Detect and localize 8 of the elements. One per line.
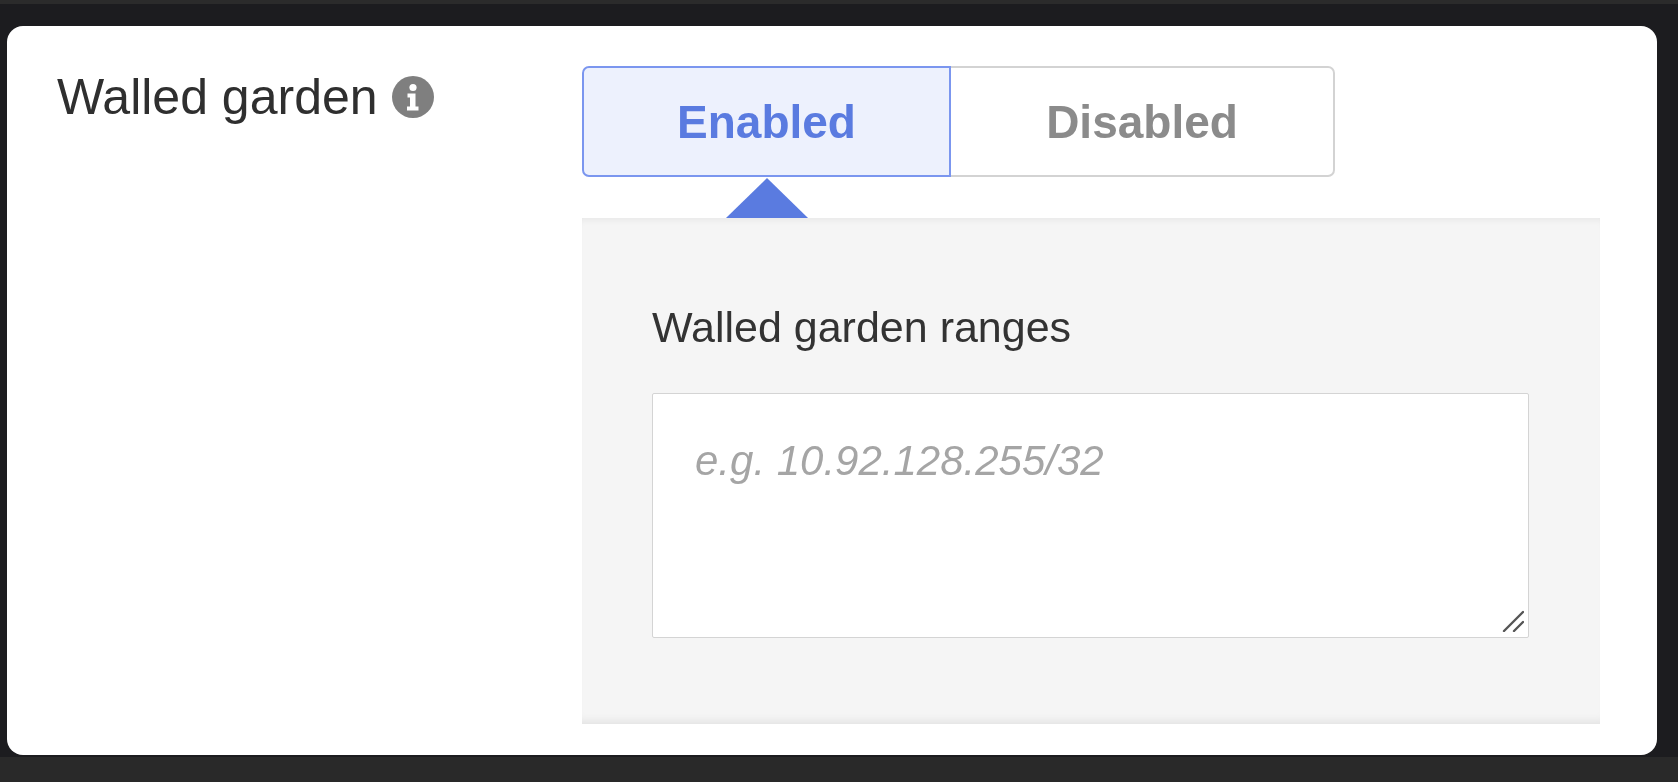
triangle-pointer-icon [725,178,808,218]
resize-handle-icon[interactable] [1502,609,1524,632]
field-label: Walled garden ranges [652,302,1073,353]
toggle-option[interactable]: Disabled [949,66,1335,177]
info-icon[interactable] [391,76,434,118]
toggle-option[interactable]: Enabled [582,66,951,177]
ranges-text-field[interactable]: e.g. 10.92.128.255/32 [652,392,1529,638]
setting-label: Walled garden [57,68,378,127]
